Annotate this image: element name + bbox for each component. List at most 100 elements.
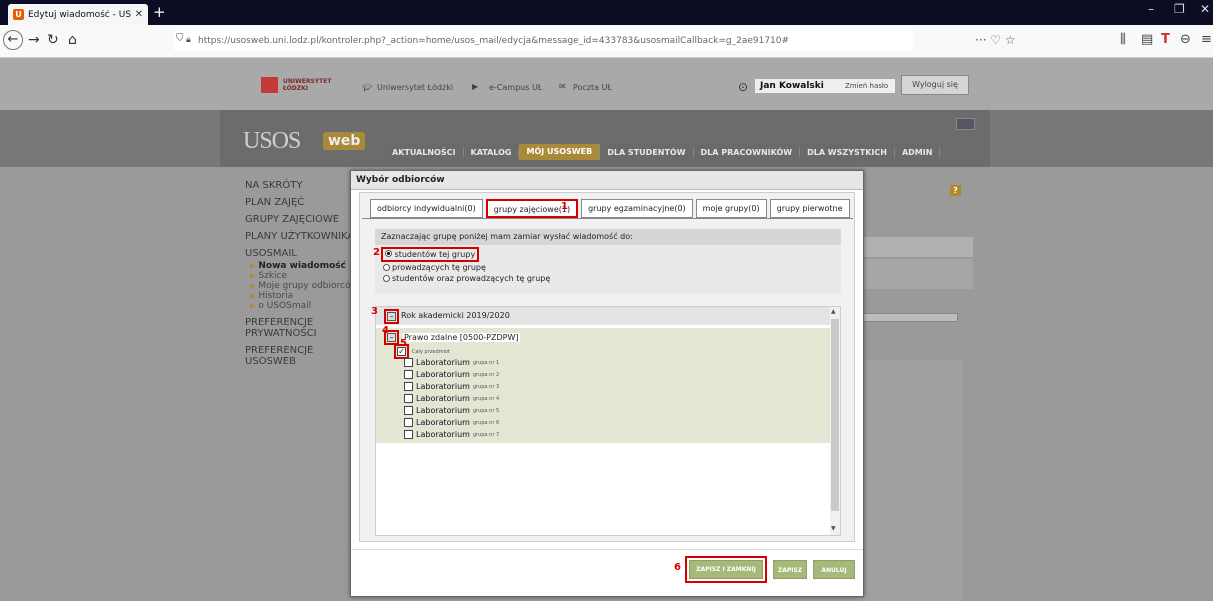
sidebar-item-plany[interactable]: PLANY UŻYTKOWNIKA	[245, 231, 360, 242]
sidebar-item-pref-usos[interactable]: PREFERENCJE USOSWEB	[245, 345, 360, 367]
ul-logo[interactable]: UNIWERSYTET ŁÓDZKI	[261, 77, 331, 93]
sidebar-item-grupy[interactable]: GRUPY ZAJĘCIOWE	[245, 214, 360, 225]
reload-icon[interactable]: ↻	[47, 32, 59, 48]
browser-nav-bar: ← → ↻ ⌂ https://usosweb.uni.lodz.pl/kont…	[0, 25, 1213, 58]
url-bar[interactable]: https://usosweb.uni.lodz.pl/kontroler.ph…	[174, 31, 913, 51]
groups-tree: – Rok akademicki 2019/2020 – Prawo zdaln…	[375, 306, 841, 536]
lab-row[interactable]: Laboratorium grupa nr 6	[404, 418, 499, 427]
bullet-icon: ▶	[250, 272, 256, 280]
sidebar-sub-o-usosmail[interactable]: ▶ o USOSmail	[250, 301, 360, 311]
menu-icon[interactable]: ≡	[1201, 32, 1212, 47]
maximize-icon[interactable]: ❐	[1174, 2, 1185, 16]
annotation-6: 6	[674, 562, 681, 573]
scroll-thumb[interactable]	[831, 319, 839, 511]
radio-students[interactable]	[385, 250, 392, 257]
tree-scrollbar[interactable]: ▲ ▼	[830, 307, 840, 535]
save-and-close-button[interactable]: ZAPISZ I ZAMKNIJ	[689, 560, 763, 579]
lab-checkbox[interactable]	[404, 418, 413, 427]
help-icon[interactable]: ?	[950, 185, 961, 196]
radio-row-teachers[interactable]: prowadzących tę grupę	[375, 262, 841, 273]
page-actions-icon[interactable]: ··· ♡ ☆	[975, 33, 1016, 47]
annotation-2: 2	[373, 247, 380, 258]
lab-checkbox[interactable]	[404, 406, 413, 415]
ul-logo-icon	[261, 77, 278, 93]
sidebar-sub-historia[interactable]: ▶ Historia	[250, 291, 360, 301]
english-flag-icon[interactable]	[956, 118, 975, 130]
lock-icon[interactable]: 🔒︎	[186, 35, 191, 45]
link-uniwersytet[interactable]: Uniwersytet Łódzki	[377, 83, 453, 92]
menu-moj-usosweb[interactable]: MÓJ USOSWEB	[519, 144, 601, 160]
lab-checkbox[interactable]	[404, 382, 413, 391]
lab-checkbox[interactable]	[404, 370, 413, 379]
usos-web-badge: web	[323, 132, 366, 150]
send-to-options: Zaznaczając grupę poniżej mam zamiar wys…	[375, 229, 841, 294]
forward-icon[interactable]: →	[28, 32, 40, 48]
home-icon[interactable]: ⌂	[68, 32, 77, 48]
lab-row[interactable]: Laboratorium grupa nr 7	[404, 430, 499, 439]
usos-favicon-icon: U	[13, 9, 24, 20]
radio-both[interactable]	[383, 275, 390, 282]
menu-dla-pracownikow[interactable]: DLA PRACOWNIKÓW	[694, 147, 801, 157]
annotation-1: 1	[561, 201, 568, 212]
sidebar-sub-szkice[interactable]: ▶ Szkice	[250, 271, 360, 281]
menu-admin[interactable]: ADMIN	[895, 147, 941, 157]
minimize-icon[interactable]: –	[1148, 2, 1154, 16]
lab-checkbox[interactable]	[404, 394, 413, 403]
highlight-box: ZAPISZ I ZAMKNIJ	[685, 556, 767, 583]
radio-teachers[interactable]	[383, 264, 390, 271]
menu-dla-wszystkich[interactable]: DLA WSZYSTKICH	[800, 147, 895, 157]
sidebar: NA SKRÓTY PLAN ZAJĘĆ GRUPY ZAJĘCIOWE PLA…	[245, 180, 360, 373]
shield-icon[interactable]: ⛉	[176, 33, 184, 44]
mail-icon: ✉	[559, 82, 566, 91]
close-tab-icon[interactable]: ✕	[135, 9, 143, 20]
tab-individual[interactable]: odbiorcy indywidualni(0)	[370, 199, 483, 218]
menu-dla-studentow[interactable]: DLA STUDENTÓW	[600, 147, 694, 157]
sidebar-item-usosmail[interactable]: USOSMAIL	[245, 248, 360, 259]
sidebar-sub-nowa[interactable]: ▶ Nowa wiadomość	[250, 261, 360, 271]
year-row[interactable]: – Rok akademicki 2019/2020	[376, 307, 840, 325]
tab-my-groups[interactable]: moje grupy(0)	[695, 199, 767, 218]
logout-button[interactable]: Wyloguj się	[901, 75, 969, 95]
scroll-up-icon[interactable]: ▲	[831, 308, 836, 315]
lab-row[interactable]: Laboratorium grupa nr 2	[404, 370, 499, 379]
lab-row[interactable]: Laboratorium grupa nr 4	[404, 394, 499, 403]
highlight-box: studentów tej grupy	[381, 247, 480, 262]
lab-row[interactable]: Laboratorium grupa nr 3	[404, 382, 499, 391]
right-panel	[858, 360, 963, 601]
save-button[interactable]: ZAPISZ	[773, 560, 807, 579]
menu-katalog[interactable]: KATALOG	[464, 147, 520, 157]
dialog-title: Wybór odbiorców	[351, 171, 863, 190]
lab-row[interactable]: Laboratorium grupa nr 5	[404, 406, 499, 415]
bullet-icon: ▶	[250, 262, 256, 270]
radio-row-both[interactable]: studentów oraz prowadzących tę grupę	[375, 273, 841, 284]
menu-aktualnosci[interactable]: AKTUALNOŚCI	[385, 147, 464, 157]
link-ecampus[interactable]: e-Campus UŁ	[489, 83, 542, 92]
browser-tab[interactable]: U Edytuj wiadomość - USOSmail ✕	[8, 4, 148, 25]
change-password-link[interactable]: Zmień hasło	[845, 82, 888, 90]
lab-checkbox[interactable]	[404, 358, 413, 367]
sidebar-item-plan[interactable]: PLAN ZAJĘĆ	[245, 197, 360, 208]
tab-primary-groups[interactable]: grupy pierwotne	[769, 199, 850, 218]
sidebar-item-pref-priv[interactable]: PREFERENCJE PRYWATNOŚCI	[245, 317, 325, 339]
sidebar-item-na-skroty[interactable]: NA SKRÓTY	[245, 180, 360, 191]
right-panel-band	[858, 237, 973, 257]
cancel-button[interactable]: ANULUJ	[813, 560, 855, 579]
collapse-year-icon[interactable]: –	[387, 311, 396, 321]
tab-exam-groups[interactable]: grupy egzaminacyjne(0)	[581, 199, 693, 218]
course-code: [0500-PZDPW]	[459, 333, 519, 342]
usos-logo[interactable]: USOS	[243, 128, 301, 155]
lab-row[interactable]: Laboratorium grupa nr 1	[404, 358, 499, 367]
radio-row-students[interactable]: studentów tej grupy	[375, 247, 841, 262]
account-icon[interactable]: ⊖	[1180, 32, 1191, 47]
close-window-icon[interactable]: ✕	[1200, 2, 1210, 16]
library-icon[interactable]: ⫼	[1120, 32, 1126, 47]
lab-checkbox[interactable]	[404, 430, 413, 439]
scroll-down-icon[interactable]: ▼	[831, 525, 836, 532]
link-poczta[interactable]: Poczta UŁ	[573, 83, 612, 92]
sidebar-sub-moje-grupy[interactable]: ▶ Moje grupy odbiorców	[250, 281, 360, 291]
new-tab-icon[interactable]: +	[153, 3, 166, 21]
back-icon[interactable]: ←	[3, 30, 23, 50]
sidebar-icon[interactable]: ▤	[1141, 32, 1153, 47]
translate-t-icon[interactable]: T	[1161, 32, 1170, 47]
play-icon: ▶	[472, 82, 479, 91]
